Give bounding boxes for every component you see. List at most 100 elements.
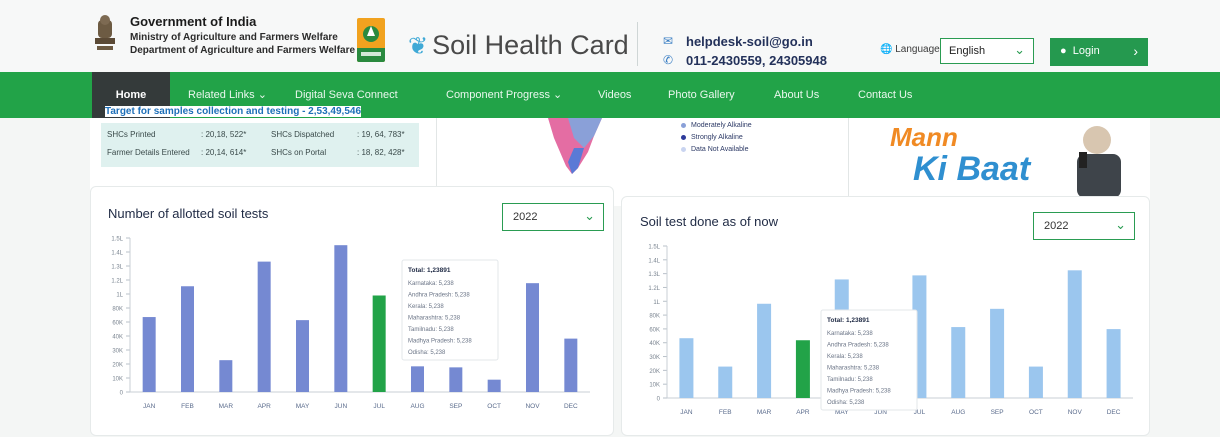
- x-tick-label: JUL: [373, 403, 385, 410]
- y-tick-label: 40K: [112, 335, 123, 341]
- x-tick-label: DEC: [1107, 409, 1121, 416]
- y-tick-label: 1L: [116, 293, 123, 299]
- stat-value: : 20,14, 614*: [201, 148, 247, 157]
- y-tick-label: 20K: [649, 369, 660, 375]
- y-tick-label: 10K: [649, 383, 660, 389]
- stat-value: : 20,18, 522*: [201, 130, 247, 139]
- x-tick-label: JAN: [143, 403, 156, 410]
- leaf-icon: ❦: [408, 33, 429, 60]
- y-tick-label: 60K: [649, 327, 660, 333]
- bar: [526, 283, 539, 392]
- bar: [1106, 329, 1121, 398]
- legend-dot: [681, 146, 686, 152]
- tooltip-line: Odisha: 5,238: [408, 350, 446, 356]
- login-button[interactable]: ● Login ›: [1050, 38, 1148, 66]
- nav-about-us[interactable]: About Us: [774, 72, 819, 118]
- y-tick-label: 0: [120, 391, 124, 397]
- bar: [449, 367, 463, 392]
- language-select[interactable]: English ⌄: [940, 38, 1034, 64]
- x-tick-label: APR: [796, 409, 810, 416]
- bar: [564, 338, 578, 392]
- helpdesk-phone[interactable]: 011-2430559, 24305948: [686, 53, 827, 68]
- bar: [951, 327, 966, 398]
- x-tick-label: JAN: [680, 409, 693, 416]
- bar: [372, 295, 386, 392]
- y-tick-label: 80K: [112, 307, 123, 313]
- y-tick-label: 1.3L: [111, 265, 123, 271]
- banner-word: Mann: [890, 122, 958, 152]
- tooltip-line: Tamilnadu: 5,238: [827, 377, 873, 383]
- india-map[interactable]: [548, 118, 602, 174]
- y-tick-label: 60K: [112, 321, 123, 327]
- x-tick-label: SEP: [991, 409, 1004, 416]
- tooltip-line: Kerala: 5,238: [408, 304, 444, 310]
- x-tick-label: JUN: [335, 403, 348, 410]
- x-tick-label: OCT: [1029, 409, 1043, 416]
- chevron-down-icon: ⌄: [1014, 42, 1025, 57]
- x-tick-label: NOV: [525, 403, 540, 410]
- x-tick-label: AUG: [410, 403, 424, 410]
- tooltip-line: Andhra Pradesh: 5,238: [827, 343, 889, 349]
- nav-videos[interactable]: Videos: [598, 72, 631, 118]
- chevron-down-icon: ⌄: [584, 208, 595, 223]
- y-tick-label: 0: [657, 397, 661, 403]
- department-name: Department of Agriculture and Farmers We…: [130, 45, 356, 56]
- government-title: Government of India: [130, 14, 257, 29]
- x-tick-label: DEC: [564, 403, 578, 410]
- y-tick-label: 1.5L: [648, 245, 660, 251]
- tooltip-title: Total: 1,23891: [408, 267, 451, 274]
- tooltip-line: Karnataka: 5,238: [408, 281, 454, 287]
- stat-label: SHCs on Portal: [271, 148, 327, 157]
- x-tick-label: FEB: [181, 403, 194, 410]
- bar: [334, 245, 348, 392]
- bar: [757, 303, 772, 398]
- bar: [990, 308, 1005, 398]
- stat-label: SHCs Dispatched: [271, 130, 335, 139]
- bar: [487, 379, 501, 392]
- y-tick-label: 30K: [112, 349, 123, 355]
- y-tick-label: 1.3L: [648, 272, 660, 278]
- national-emblem-icon: [95, 15, 115, 50]
- tooltip-line: Madhya Pradesh: 5,238: [408, 339, 472, 345]
- y-tick-label: 1.2L: [111, 279, 123, 285]
- x-tick-label: MAY: [296, 403, 310, 410]
- bar: [296, 320, 309, 392]
- legend-item: Strongly Alkaline: [681, 134, 743, 141]
- bar: [142, 317, 156, 392]
- tooltip-line: Maharashtra: 5,238: [408, 316, 461, 322]
- banner-word: Ki Baat: [913, 150, 1032, 188]
- y-tick-label: 1.5L: [111, 237, 123, 243]
- x-tick-label: NOV: [1068, 409, 1083, 416]
- tooltip-line: Kerala: 5,238: [827, 354, 863, 360]
- x-tick-label: SEP: [449, 403, 462, 410]
- nav-photo-gallery[interactable]: Photo Gallery: [668, 72, 735, 118]
- bar: [795, 340, 810, 398]
- chart-title: Number of allotted soil tests: [108, 206, 269, 221]
- bar: [257, 261, 271, 392]
- globe-icon: 🌐: [880, 44, 893, 55]
- helpdesk-email[interactable]: helpdesk-soil@go.in: [686, 34, 813, 49]
- tooltip-title: Total: 1,23891: [827, 317, 870, 324]
- y-tick-label: 1L: [653, 300, 660, 306]
- tooltip-box: [401, 259, 499, 361]
- chevron-down-icon: ⌄: [257, 89, 267, 101]
- tooltip-line: Tamilnadu: 5,238: [408, 327, 454, 333]
- ministry-name: Ministry of Agriculture and Farmers Welf…: [130, 32, 338, 43]
- bar: [679, 338, 694, 398]
- chart-title: Soil test done as of now: [640, 214, 779, 229]
- x-tick-label: AUG: [951, 409, 965, 416]
- legend-dot: [681, 134, 686, 140]
- x-tick-label: MAR: [219, 403, 234, 410]
- tooltip-line: Odisha: 5,238: [827, 400, 865, 406]
- chevron-down-icon: ⌄: [553, 89, 563, 101]
- nav-contact-us[interactable]: Contact Us: [858, 72, 912, 118]
- bar: [219, 360, 233, 392]
- nav-component-progress[interactable]: Component Progress ⌄: [446, 72, 562, 118]
- stat-value: : 19, 64, 783*: [357, 130, 405, 139]
- mann-ki-baat-banner[interactable]: Mann Ki Baat: [855, 118, 1145, 198]
- y-tick-label: 20K: [112, 363, 123, 369]
- band-divider: [848, 118, 849, 198]
- bar: [718, 366, 733, 398]
- y-tick-label: 1.2L: [648, 286, 660, 292]
- x-tick-label: MAR: [757, 409, 772, 416]
